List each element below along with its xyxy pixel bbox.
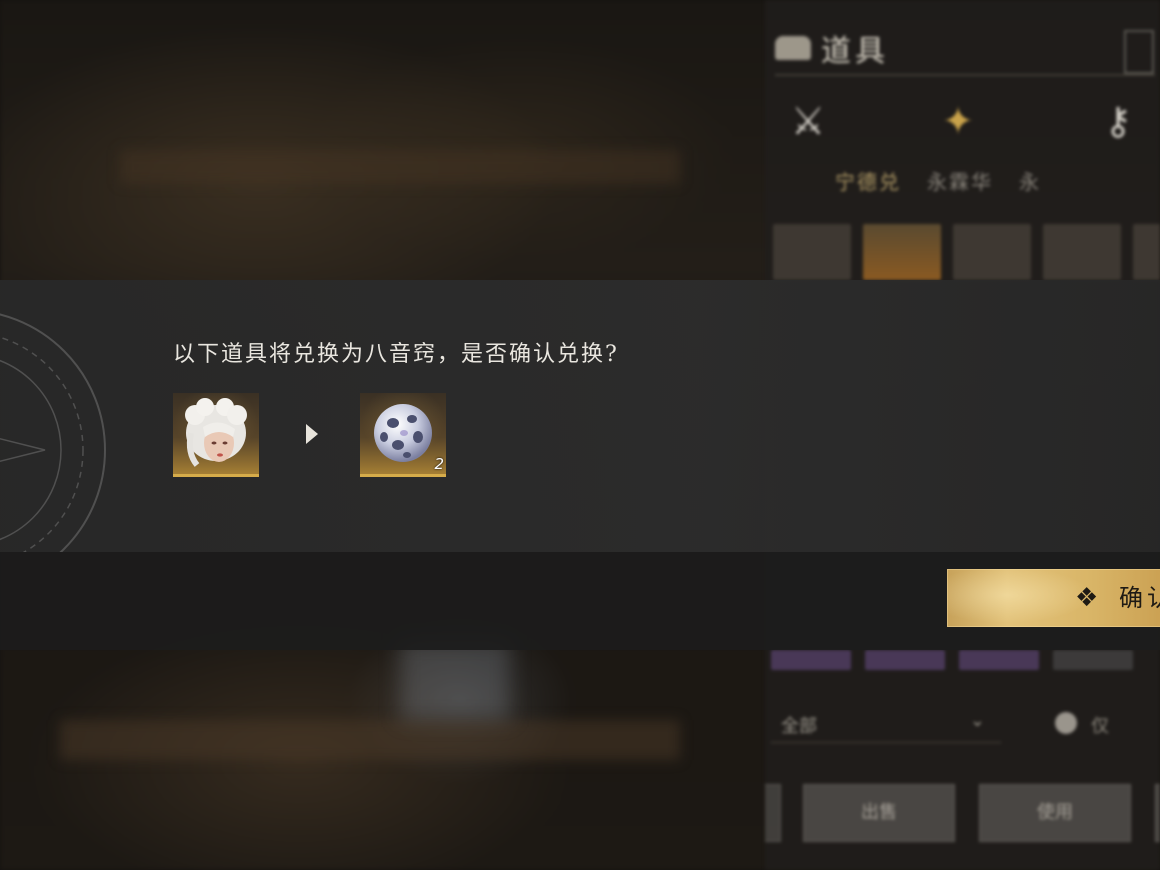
ornament-icon[interactable]: ✦: [935, 98, 981, 144]
seal-emblem: [0, 313, 106, 552]
sub-tab-1[interactable]: 宁德兑: [835, 166, 901, 195]
sub-tab-2[interactable]: 永霖华: [927, 166, 993, 195]
bag-icon: [775, 36, 811, 60]
filter-toggle[interactable]: [1055, 712, 1077, 734]
rarity-bar: [959, 650, 1039, 670]
inventory-slot[interactable]: [863, 224, 941, 280]
confirm-button[interactable]: ❖ 确认: [947, 569, 1160, 627]
inventory-sub-tabs: 宁德兑 永霖华 永: [835, 166, 1041, 195]
inventory-item-row: [773, 224, 1160, 280]
inventory-slot[interactable]: [1133, 224, 1160, 280]
header-divider: [775, 74, 1155, 76]
exchange-dialog: 以下道具将兑换为八音窍，是否确认兑换? 2: [0, 280, 1160, 552]
inventory-slot[interactable]: [953, 224, 1031, 280]
key-icon[interactable]: ⚷: [1095, 98, 1141, 144]
filter-dropdown[interactable]: 全部 ⌄: [771, 704, 1001, 743]
play-arrow-icon: [306, 424, 318, 444]
sort-button[interactable]: [765, 784, 781, 842]
target-item-card[interactable]: 2: [360, 393, 446, 477]
item-count: 2: [434, 455, 444, 473]
exchange-prompt: 以下道具将兑换为八音窍，是否确认兑换?: [173, 342, 619, 367]
category-icons: ⚔ ✦ ⚷: [785, 98, 1160, 158]
background-beam: [120, 150, 680, 184]
inventory-close-button[interactable]: [1124, 30, 1154, 74]
more-button[interactable]: [1155, 784, 1160, 842]
filter-label: 全部: [781, 716, 817, 737]
inventory-slot[interactable]: [773, 224, 851, 280]
rarity-bar: [865, 650, 945, 670]
inventory-header: 道具: [775, 28, 889, 69]
filter-toggle-label: 仅: [1091, 716, 1109, 737]
chevron-down-icon: ⌄: [969, 710, 985, 731]
inventory-title: 道具: [821, 34, 889, 69]
sub-tab-3[interactable]: 永: [1019, 166, 1041, 195]
hairstyle-icon: [185, 398, 247, 467]
background-beam-lower: [60, 720, 680, 760]
rarity-bars: [771, 650, 1133, 670]
confirm-label: 确认: [1119, 584, 1160, 612]
weapon-icon[interactable]: ⚔: [785, 98, 831, 144]
source-item-card[interactable]: [173, 393, 259, 477]
rarity-bar: [771, 650, 851, 670]
inventory-slot[interactable]: [1043, 224, 1121, 280]
use-button[interactable]: 使用: [979, 784, 1131, 842]
diamond-cluster-icon: ❖: [1075, 583, 1099, 613]
background-figure: [400, 640, 510, 720]
rarity-bar: [1053, 650, 1133, 670]
sell-button[interactable]: 出售: [803, 784, 955, 842]
